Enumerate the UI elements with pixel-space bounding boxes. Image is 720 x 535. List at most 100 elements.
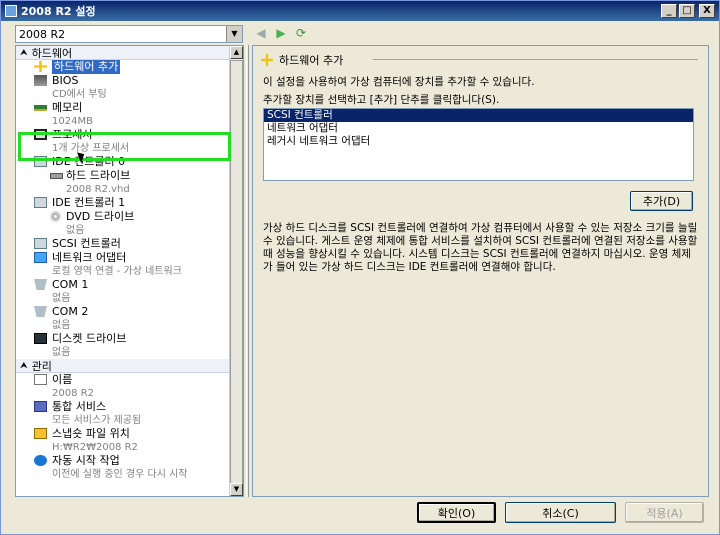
tree-item-label: 이름 [52, 373, 73, 386]
auto-start-icon [34, 455, 47, 466]
tree-item-label: 네트워크 어댑터 [52, 251, 127, 264]
tree-item-dvd-drive[interactable]: DVD 드라이브 없음 [16, 210, 230, 237]
collapse-icon[interactable]: ⮝ [20, 361, 28, 371]
device-list-item[interactable]: SCSI 컨트롤러 [264, 109, 693, 122]
scroll-thumb[interactable] [230, 60, 243, 496]
tree-scrollbar[interactable]: ▲ ▼ [229, 46, 243, 496]
floppy-drive-icon [34, 333, 47, 344]
tree-item-snapshot-location[interactable]: 스냅숏 파일 위치 H:₩R2₩2008 R2 [16, 427, 230, 454]
dvd-drive-icon [50, 211, 61, 222]
instruction-text: 추가할 장치를 선택하고 [추가] 단추를 클릭합니다(S). [263, 94, 500, 106]
tree-item-ide-controller-1[interactable]: IDE 컨트롤러 1 [16, 196, 230, 210]
cancel-button[interactable]: 취소(C) [505, 502, 616, 523]
ide-controller-icon [34, 156, 47, 167]
name-icon [34, 374, 47, 385]
tree-item-label: IDE 컨트롤러 1 [52, 196, 126, 209]
tree-item-detail: 1024MB [52, 116, 93, 127]
section-label: 하드웨어 [31, 46, 73, 60]
tree-item-label: DVD 드라이브 [66, 210, 135, 223]
device-list-item[interactable]: 레거시 네트워크 어댑터 [264, 135, 693, 148]
tree-item-com1[interactable]: COM 1 없음 [16, 278, 230, 305]
tree-item-label: 하드웨어 추가 [52, 60, 121, 74]
tree-item-integration-services[interactable]: 통합 서비스 모든 서비스가 제공됨 [16, 400, 230, 427]
tree-item-processor[interactable]: 프로세서 1개 가상 프로세서 [16, 128, 230, 155]
tree-item-label: COM 2 [52, 305, 89, 318]
scsi-controller-icon [34, 238, 47, 249]
apply-button[interactable]: 적용(A) [625, 502, 704, 523]
maximize-button[interactable]: □ [679, 4, 695, 18]
tree-item-label: 스냅숏 파일 위치 [52, 427, 130, 440]
tree-item-name[interactable]: 이름 2008 R2 [16, 373, 230, 400]
hard-drive-icon [50, 173, 63, 179]
tree-item-diskette-drive[interactable]: 디스켓 드라이브 없음 [16, 332, 230, 359]
tree-item-detail: 없음 [52, 320, 71, 331]
tree-item-detail: 없음 [52, 347, 71, 358]
scroll-up-icon[interactable]: ▲ [230, 46, 243, 59]
tree-item-detail: 모든 서비스가 제공됨 [52, 415, 142, 426]
tree-item-detail: 2008 R2.vhd [66, 184, 130, 195]
tree-item-com2[interactable]: COM 2 없음 [16, 305, 230, 332]
tree-item-label: BIOS [52, 74, 79, 87]
chevron-down-icon[interactable]: ▼ [226, 26, 242, 42]
section-header-management[interactable]: ⮝ 관리 [16, 359, 230, 373]
section-title: 하드웨어 추가 [261, 52, 343, 68]
tree-item-hard-drive[interactable]: 하드 드라이브 2008 R2.vhd [16, 169, 230, 196]
bios-icon [34, 75, 47, 86]
back-arrow-icon[interactable]: ◀ [255, 26, 267, 40]
snapshot-icon [34, 428, 47, 439]
device-list-item[interactable]: 네트워크 어댑터 [264, 122, 693, 135]
settings-window: 2008 R2 설정 _ □ X 2008 R2 ▼ ◀ ▶ ⟳ ⮝ 하드웨어 … [0, 0, 720, 535]
tree-item-add-hardware[interactable]: 하드웨어 추가 [16, 60, 230, 74]
nav-buttons: ◀ ▶ ⟳ [255, 26, 307, 40]
tree-item-network-adapter[interactable]: 네트워크 어댑터 로컬 영역 연결 - 가상 네트워크 [16, 251, 230, 278]
tree-item-label: 하드 드라이브 [66, 169, 131, 182]
com-port-icon [34, 279, 47, 290]
minimize-button[interactable]: _ [661, 4, 677, 18]
details-panel: 하드웨어 추가 이 설정을 사용하여 가상 컴퓨터에 장치를 추가할 수 있습니… [252, 45, 709, 497]
tree-item-bios[interactable]: BIOS CD에서 부팅 [16, 74, 230, 101]
scroll-down-icon[interactable]: ▼ [230, 483, 243, 496]
section-title-text: 하드웨어 추가 [279, 54, 344, 67]
ide-controller-icon [34, 197, 47, 208]
tree-item-detail: 이전에 실행 중인 경우 다시 시작 [52, 469, 188, 480]
section-label: 관리 [31, 359, 52, 373]
processor-icon [34, 129, 47, 140]
tree-item-detail: 로컬 영역 연결 - 가상 네트워크 [52, 266, 182, 277]
hyper-v-icon [5, 5, 17, 17]
ok-button[interactable]: 확인(O) [417, 502, 496, 523]
tree-item-detail: CD에서 부팅 [52, 89, 107, 100]
tree-item-detail: 없음 [52, 293, 71, 304]
settings-tree-panel: ⮝ 하드웨어 하드웨어 추가 BIOS CD에서 부팅 메모리 1024MB 프… [15, 45, 244, 497]
tree-item-label: 메모리 [52, 101, 83, 114]
tree-item-scsi-controller[interactable]: SCSI 컨트롤러 [16, 237, 230, 251]
com-port-icon [34, 306, 47, 317]
title-divider [373, 59, 698, 60]
network-adapter-icon [34, 252, 47, 263]
add-button[interactable]: 추가(D) [630, 191, 693, 211]
help-text: 가상 하드 디스크를 SCSI 컨트롤러에 연결하여 가상 컴퓨터에서 사용할 … [263, 222, 698, 273]
section-header-hardware[interactable]: ⮝ 하드웨어 [16, 46, 230, 60]
collapse-icon[interactable]: ⮝ [20, 48, 28, 58]
vm-selector-value: 2008 R2 [19, 27, 66, 41]
refresh-icon[interactable]: ⟳ [295, 26, 307, 40]
tree-item-label: SCSI 컨트롤러 [52, 237, 121, 250]
tree-item-memory[interactable]: 메모리 1024MB [16, 101, 230, 128]
tree-item-label: 통합 서비스 [52, 400, 107, 413]
add-hardware-icon [261, 54, 273, 66]
title-bar[interactable]: 2008 R2 설정 _ □ X [1, 1, 719, 21]
tree-item-detail: 2008 R2 [52, 388, 94, 399]
tree-item-label: COM 1 [52, 278, 89, 291]
add-hardware-icon [34, 61, 47, 72]
tree-item-ide-controller-0[interactable]: IDE 컨트롤러 0 [16, 155, 230, 169]
description-text: 이 설정을 사용하여 가상 컴퓨터에 장치를 추가할 수 있습니다. [263, 76, 535, 88]
forward-arrow-icon[interactable]: ▶ [275, 26, 287, 40]
vm-selector[interactable]: 2008 R2 ▼ [15, 25, 243, 43]
device-list[interactable]: SCSI 컨트롤러 네트워크 어댑터 레거시 네트워크 어댑터 [263, 108, 694, 181]
close-button[interactable]: X [699, 4, 715, 18]
tree-item-label: 자동 시작 작업 [52, 454, 120, 467]
tree-item-auto-start[interactable]: 자동 시작 작업 이전에 실행 중인 경우 다시 시작 [16, 454, 230, 481]
window-title: 2008 R2 설정 [21, 5, 96, 18]
integration-services-icon [34, 401, 47, 412]
panel-splitter[interactable] [246, 45, 249, 497]
tree-item-label: 프로세서 [52, 128, 93, 141]
